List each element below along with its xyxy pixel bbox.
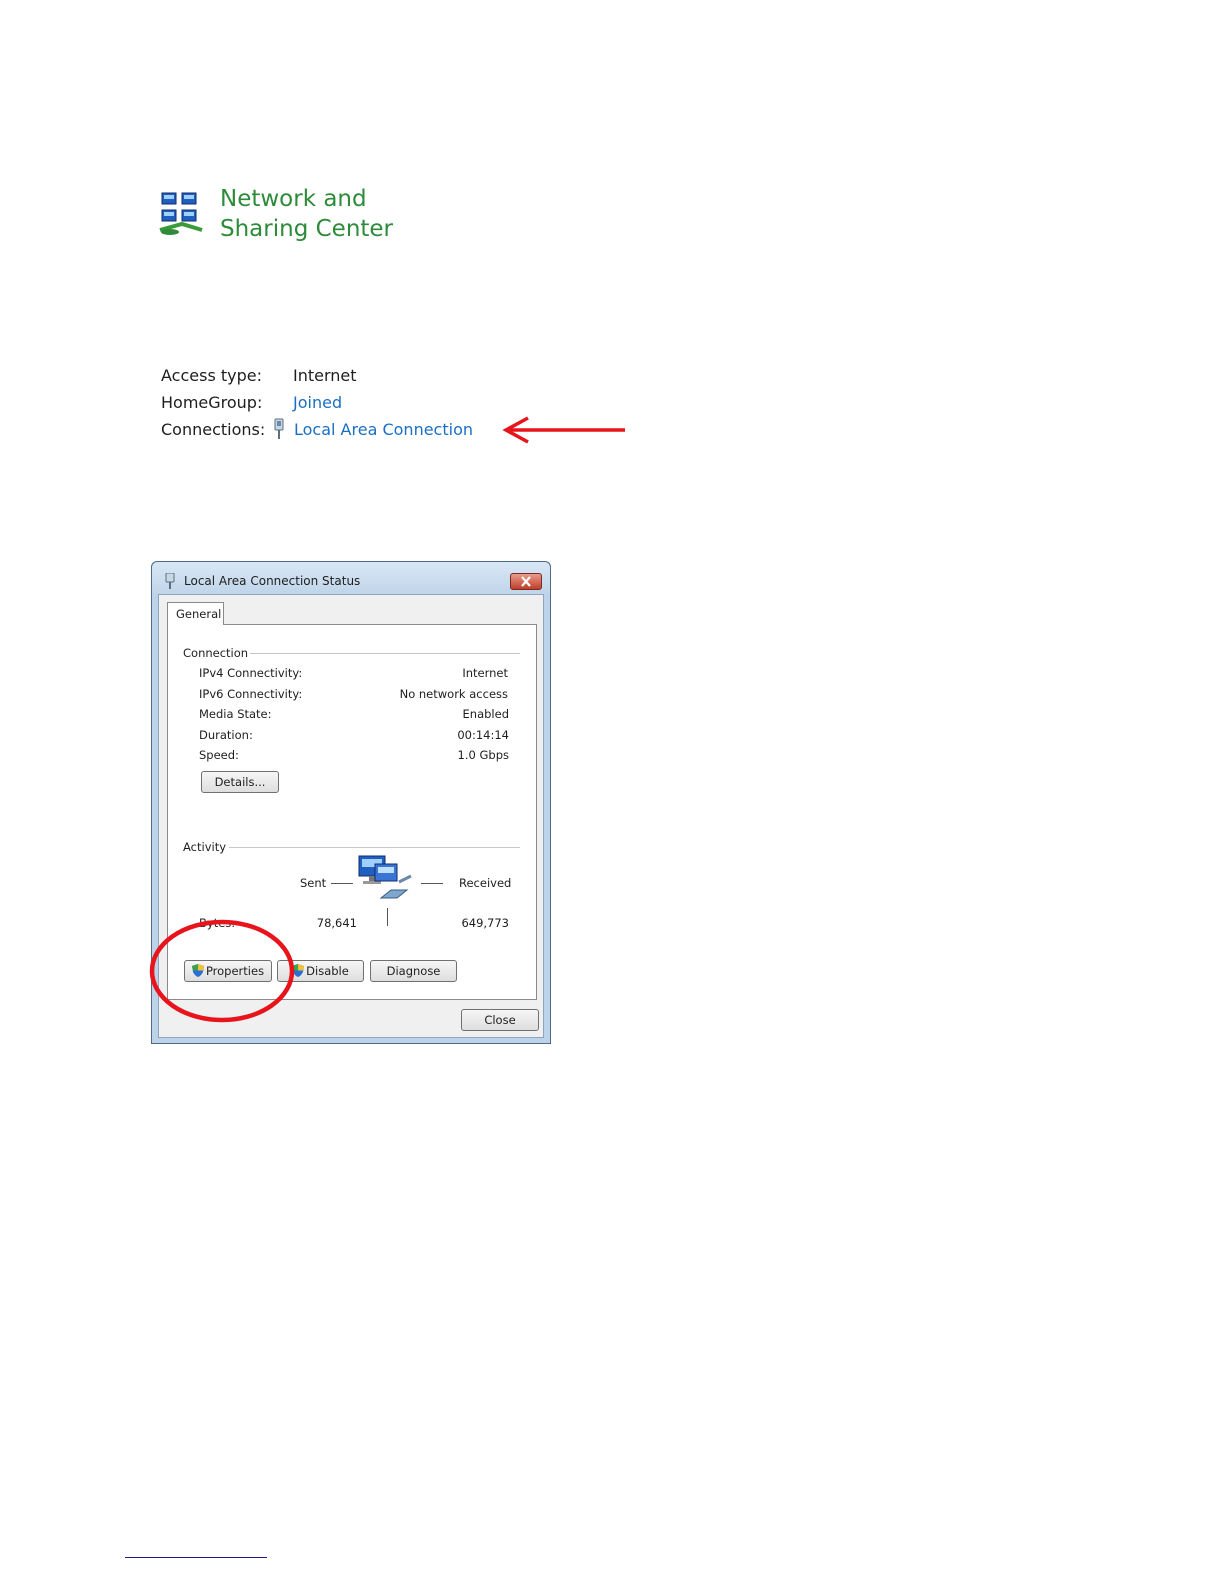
received-line [421,883,443,884]
dialog-title: Local Area Connection Status [184,574,361,588]
tab-general[interactable]: General [167,602,224,625]
close-window-button[interactable] [510,573,542,590]
ethernet-connection-icon [165,573,175,589]
bytes-received-value: 649,773 [461,916,509,930]
sent-label: Sent [300,876,327,890]
diagnose-button[interactable]: Diagnose [370,960,457,982]
footnote-separator [125,1557,267,1558]
disable-button-label: Disable [306,964,349,978]
group-divider [250,653,520,654]
details-button[interactable]: Details... [201,771,279,793]
access-type-value: Internet [293,366,357,385]
ipv6-connectivity-label: IPv6 Connectivity: [199,687,303,701]
local-area-connection-link[interactable]: Local Area Connection [294,420,473,439]
ipv4-connectivity-value: Internet [462,666,508,680]
speed-label: Speed: [199,748,239,762]
red-circle-annotation [149,919,295,1023]
connection-group-label: Connection [183,646,249,660]
group-divider [229,847,520,848]
ipv4-connectivity-label: IPv4 Connectivity: [199,666,303,680]
close-button[interactable]: Close [461,1009,539,1031]
received-label: Received [459,876,512,890]
close-icon [521,576,531,587]
sent-line [331,883,353,884]
access-type-label: Access type: [161,366,262,385]
homegroup-label: HomeGroup: [161,393,263,412]
red-arrow-annotation [502,416,625,444]
ipv6-connectivity-value: No network access [399,687,508,701]
speed-value: 1.0 Gbps [457,748,509,762]
page-title: Network and Sharing Center [220,186,394,242]
homegroup-link[interactable]: Joined [293,393,342,412]
duration-value: 00:14:14 [457,728,509,742]
media-state-value: Enabled [462,707,509,721]
dialog-titlebar[interactable]: Local Area Connection Status [152,562,550,594]
duration-label: Duration: [199,728,253,742]
connections-label: Connections: [161,420,266,439]
media-state-label: Media State: [199,707,272,721]
network-computers-icon [358,855,412,899]
network-sharing-center-icon [159,192,203,235]
activity-group-label: Activity [183,840,227,854]
ethernet-connection-icon [274,418,284,439]
